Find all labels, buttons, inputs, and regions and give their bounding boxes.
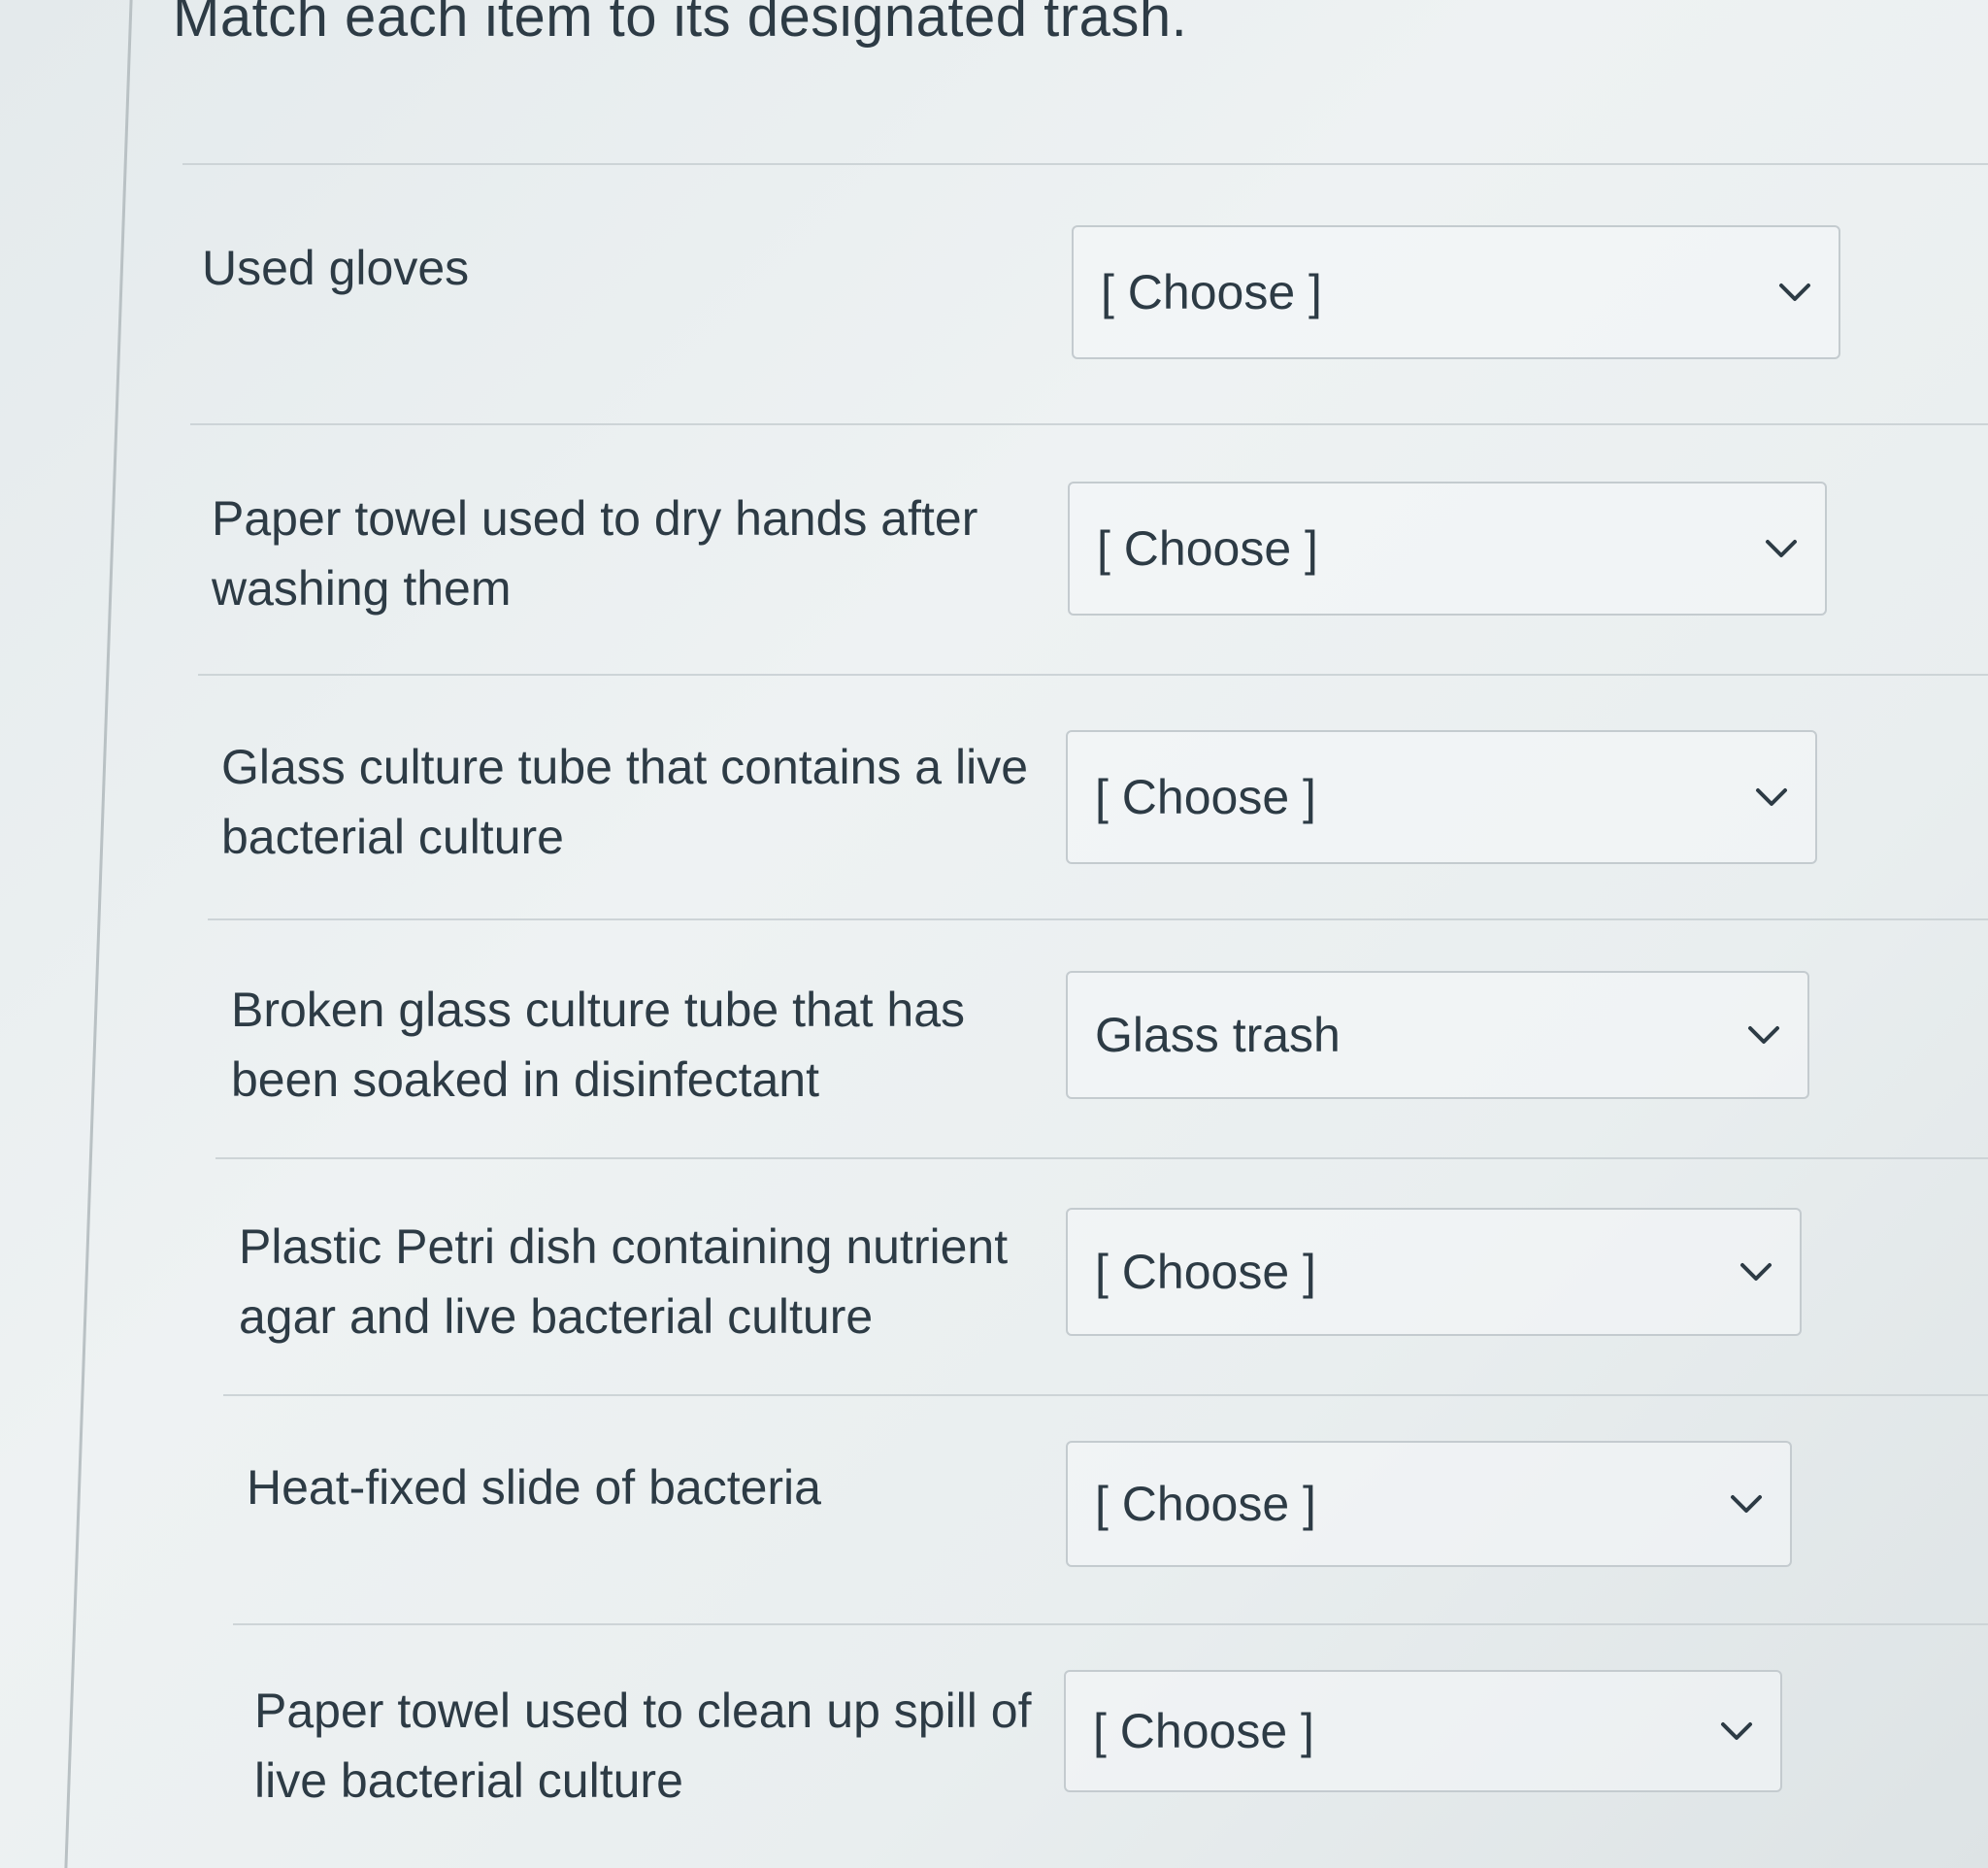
- chevron-down-icon: [1721, 1722, 1752, 1740]
- chevron-down-icon: [1766, 540, 1797, 557]
- trash-select-used-gloves[interactable]: [ Choose ]: [1072, 225, 1840, 359]
- item-label-glass-tube-live-culture: Glass culture tube that contains a live …: [221, 740, 1029, 864]
- row-divider: [190, 423, 1988, 425]
- select-value: [ Choose ]: [1101, 265, 1322, 319]
- trash-select-glass-tube-live-culture[interactable]: [ Choose ]: [1066, 730, 1817, 864]
- trash-select-paper-towel-spill[interactable]: [ Choose ]: [1064, 1670, 1782, 1792]
- item-label-petri-dish-live-culture: Plastic Petri dish containing nutrient a…: [239, 1219, 1009, 1344]
- row-divider: [233, 1623, 1988, 1625]
- trash-select-heat-fixed-slide[interactable]: [ Choose ]: [1066, 1441, 1792, 1567]
- item-label-broken-glass-disinfectant: Broken glass culture tube that has been …: [231, 983, 966, 1107]
- trash-select-paper-towel-dry-hands[interactable]: [ Choose ]: [1068, 482, 1827, 616]
- row-divider: [215, 1157, 1988, 1159]
- row-divider: [182, 163, 1988, 165]
- chevron-down-icon: [1779, 284, 1810, 301]
- chevron-down-icon: [1740, 1263, 1772, 1281]
- select-value: [ Choose ]: [1095, 1245, 1316, 1299]
- select-value: [ Choose ]: [1097, 521, 1318, 576]
- select-value: [ Choose ]: [1093, 1704, 1314, 1758]
- chevron-down-icon: [1756, 788, 1787, 806]
- trash-select-broken-glass-disinfectant[interactable]: Glass trash: [1066, 971, 1809, 1099]
- item-label-paper-towel-spill: Paper towel used to clean up spill of li…: [254, 1684, 1032, 1808]
- row-divider: [223, 1394, 1988, 1396]
- item-label-used-gloves: Used gloves: [202, 241, 470, 295]
- row-divider: [208, 918, 1988, 920]
- chevron-down-icon: [1748, 1026, 1779, 1044]
- item-label-paper-towel-dry-hands: Paper towel used to dry hands after wash…: [212, 491, 978, 616]
- left-border-line: [64, 0, 133, 1868]
- select-value: Glass trash: [1095, 1008, 1341, 1062]
- select-value: [ Choose ]: [1095, 770, 1316, 824]
- trash-select-petri-dish-live-culture[interactable]: [ Choose ]: [1066, 1208, 1802, 1336]
- select-value: [ Choose ]: [1095, 1477, 1316, 1531]
- row-divider: [198, 674, 1988, 676]
- item-label-heat-fixed-slide: Heat-fixed slide of bacteria: [247, 1460, 821, 1515]
- question-title: Match each item to its designated trash.: [173, 0, 1188, 49]
- chevron-down-icon: [1731, 1495, 1762, 1513]
